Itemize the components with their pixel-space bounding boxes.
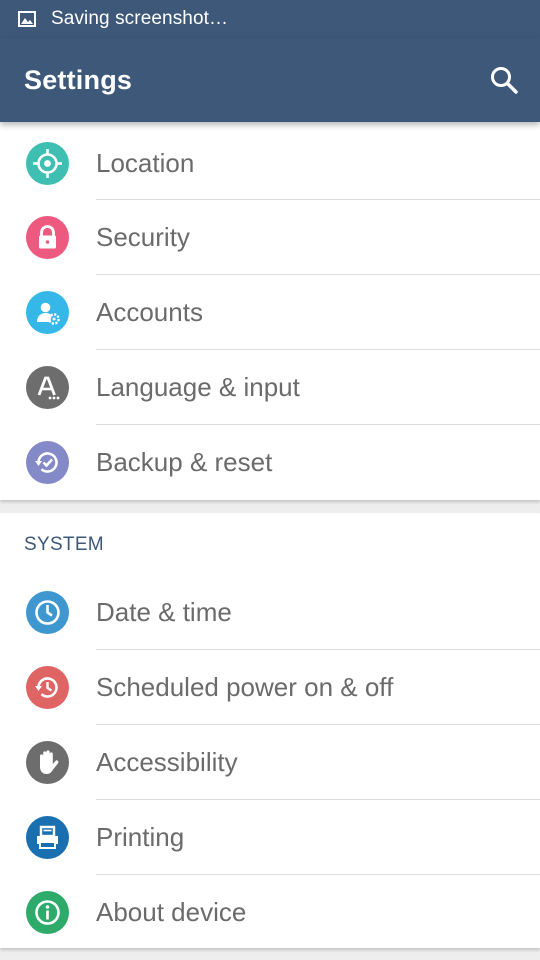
settings-item-label: Backup & reset bbox=[96, 447, 273, 477]
hand-icon bbox=[26, 741, 69, 784]
settings-item-accessibility[interactable]: Accessibility bbox=[0, 725, 540, 800]
clock-icon bbox=[26, 591, 69, 634]
settings-item-scheduled-power[interactable]: Scheduled power on & off bbox=[0, 650, 540, 725]
settings-item-security[interactable]: Security bbox=[0, 200, 540, 275]
settings-item-accounts[interactable]: Accounts bbox=[0, 275, 540, 350]
status-bar: Saving screenshot… bbox=[0, 0, 540, 38]
system-settings-card: SYSTEM Date & time Scheduled power on & … bbox=[0, 513, 540, 948]
location-target-icon bbox=[26, 142, 69, 185]
notification-text: Saving screenshot… bbox=[51, 8, 229, 29]
backup-restore-icon bbox=[26, 441, 69, 484]
settings-item-label: Scheduled power on & off bbox=[96, 672, 394, 702]
settings-item-backup-reset[interactable]: Backup & reset bbox=[0, 425, 540, 500]
settings-item-date-time[interactable]: Date & time bbox=[0, 575, 540, 650]
settings-item-label: Location bbox=[96, 148, 195, 178]
app-bar: Settings bbox=[0, 38, 540, 122]
settings-item-about-device[interactable]: About device bbox=[0, 875, 540, 950]
image-icon bbox=[18, 10, 38, 28]
printer-icon bbox=[26, 816, 69, 859]
language-icon bbox=[26, 366, 69, 409]
page-title: Settings bbox=[24, 64, 133, 95]
personal-settings-card: Location Security Accounts Language & in… bbox=[0, 122, 540, 500]
settings-item-label: Accounts bbox=[96, 297, 203, 327]
settings-item-language-input[interactable]: Language & input bbox=[0, 350, 540, 425]
settings-item-label: Security bbox=[96, 222, 190, 252]
settings-item-label: Printing bbox=[96, 822, 185, 852]
section-header-system: SYSTEM bbox=[24, 534, 104, 555]
power-schedule-icon bbox=[26, 666, 69, 709]
settings-item-label: Date & time bbox=[96, 597, 232, 627]
settings-item-label: About device bbox=[96, 897, 247, 927]
info-icon bbox=[26, 891, 69, 934]
settings-item-label: Accessibility bbox=[96, 747, 238, 777]
settings-item-label: Language & input bbox=[96, 372, 300, 402]
settings-item-location[interactable]: Location bbox=[0, 122, 540, 200]
lock-icon bbox=[26, 216, 69, 259]
search-icon[interactable] bbox=[488, 64, 520, 96]
account-settings-icon bbox=[26, 291, 69, 334]
settings-item-printing[interactable]: Printing bbox=[0, 800, 540, 875]
